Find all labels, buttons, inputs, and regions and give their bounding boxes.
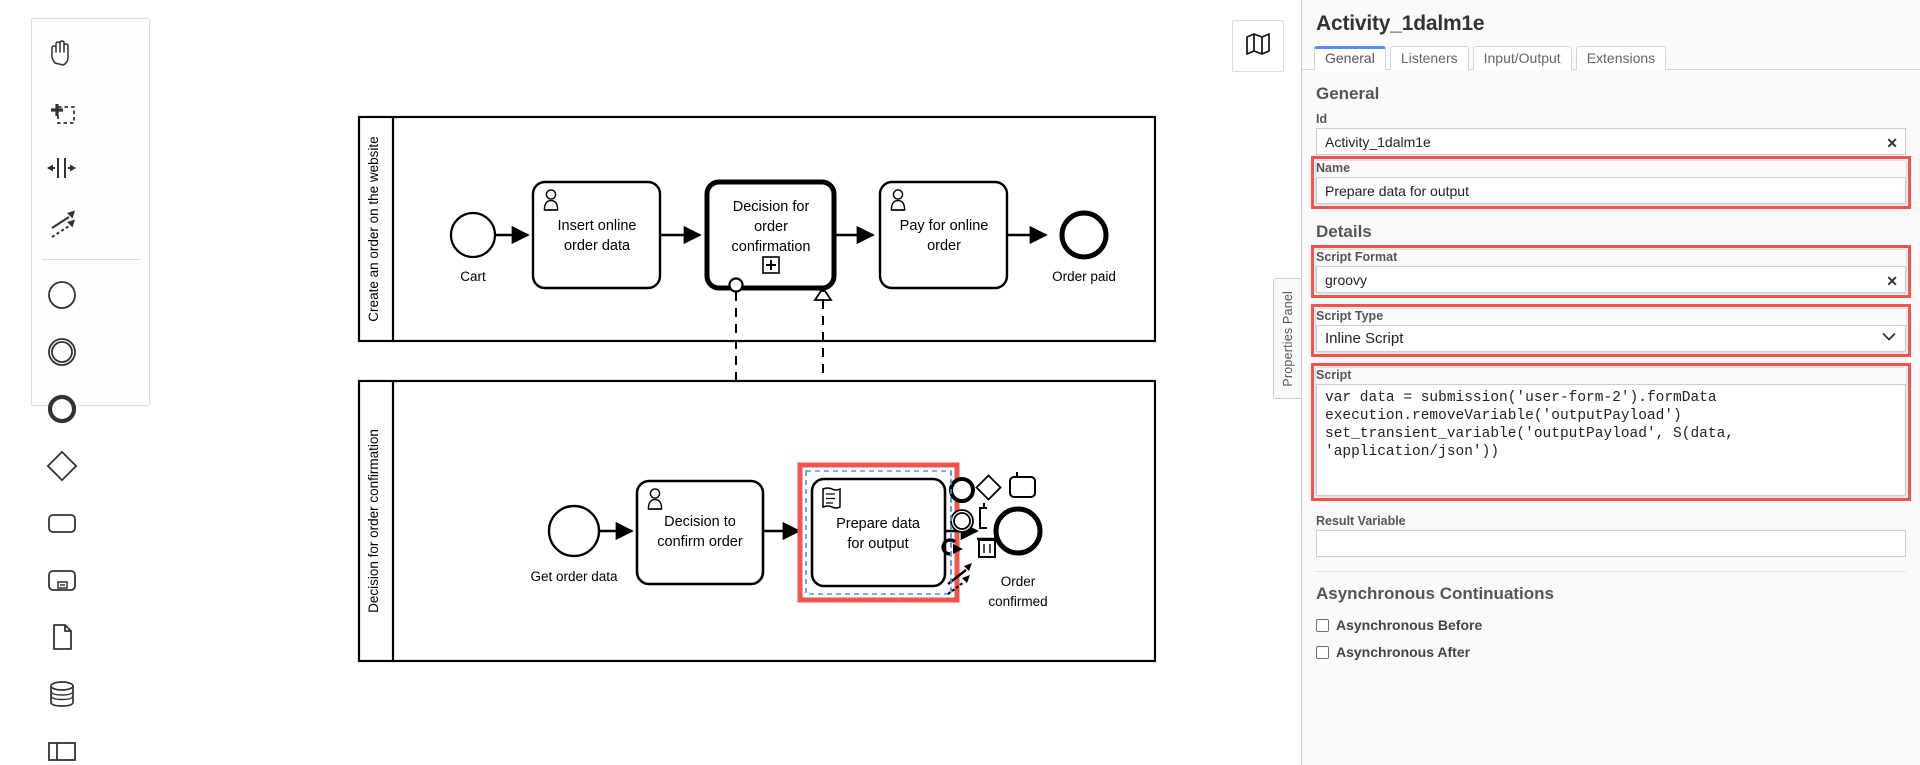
id-clear-icon[interactable]: ✕ [1886, 136, 1898, 150]
palette-elements-group [32, 266, 149, 765]
node-label: Insert online [558, 218, 637, 234]
node-label: confirmation [732, 239, 811, 255]
name-label: Name [1316, 161, 1351, 175]
pool-bottom-lane-label: Decision for order confirmation [366, 429, 381, 613]
context-pad-append-intermediate-event[interactable] [950, 509, 974, 533]
properties-panel: Activity_1dalm1e General Listeners Input… [1301, 0, 1920, 765]
script-type-field-group: Script Type Inline Script [1311, 304, 1911, 357]
properties-tabs[interactable]: General Listeners Input/Output Extension… [1302, 42, 1920, 71]
script-format-clear-icon[interactable]: ✕ [1886, 274, 1898, 288]
node-label: Cart [460, 269, 486, 284]
general-section-heading: General [1316, 84, 1380, 103]
async-after-row[interactable]: Asynchronous After [1316, 644, 1906, 660]
async-before-checkbox[interactable] [1316, 618, 1329, 632]
tab-listeners[interactable]: Listeners [1389, 46, 1469, 70]
id-input[interactable] [1316, 128, 1906, 155]
task-icon[interactable] [32, 494, 91, 551]
tab-extensions[interactable]: Extensions [1575, 46, 1667, 70]
node-label: Pay for online [900, 218, 989, 234]
end-event-icon[interactable] [32, 380, 91, 437]
bpmn-diagram: Create an order on the website Cart Inse… [357, 115, 1157, 663]
participant-pool-icon[interactable] [32, 722, 91, 765]
diagram-canvas[interactable]: Create an order on the website Cart Inse… [0, 0, 1296, 765]
exclusive-gateway-icon[interactable] [32, 437, 91, 494]
name-field-group: Name Prepare data for output [1311, 156, 1911, 209]
node-label: order [754, 219, 788, 235]
name-textarea[interactable]: Prepare data for output [1316, 177, 1906, 204]
node-label: Decision for [733, 199, 810, 215]
result-variable-input[interactable] [1316, 530, 1906, 557]
node-label: order [927, 238, 961, 254]
element-palette[interactable] [31, 18, 150, 761]
async-before-label: Asynchronous Before [1336, 617, 1483, 633]
script-task-icon [822, 487, 841, 509]
subprocess-marker-icon [762, 256, 780, 274]
node-user-task-insert-online-order-data[interactable]: Insert online order data [531, 180, 662, 290]
properties-panel-body: General Id ✕ Name Prepare data for outpu… [1302, 84, 1920, 660]
node-label: Order paid [1052, 269, 1116, 284]
tab-general[interactable]: General [1314, 46, 1386, 71]
script-type-label: Script Type [1316, 309, 1384, 323]
node-label: order data [564, 238, 631, 254]
intermediate-event-icon[interactable] [32, 323, 91, 380]
details-section-heading: Details [1316, 222, 1372, 241]
properties-panel-toggle[interactable]: Properties Panel [1273, 278, 1301, 399]
script-field-group: Script var data = submission('user-form-… [1311, 363, 1911, 501]
node-user-task-decision-to-confirm-order[interactable]: Decision to confirm order [635, 479, 765, 586]
id-field-group: Id ✕ [1316, 112, 1906, 155]
node-label: Get order data [530, 569, 618, 584]
script-format-label: Script Format [1316, 250, 1398, 264]
id-label: Id [1316, 112, 1328, 126]
script-format-input[interactable] [1316, 266, 1906, 293]
section-divider [1316, 571, 1906, 572]
node-user-task-pay-for-online-order[interactable]: Pay for online order [878, 180, 1009, 290]
collapsed-subprocess-icon[interactable] [32, 551, 91, 608]
data-object-icon[interactable] [32, 608, 91, 665]
node-label: for output [847, 536, 908, 552]
pool-top-lane-label: Create an order on the website [366, 136, 381, 321]
node-call-activity-decision-for-order-confirmation[interactable]: Decision for order confirmation [704, 179, 837, 293]
lasso-tool-icon[interactable] [32, 82, 91, 139]
bpmn-modeler-app: Create an order on the website Cart Inse… [0, 0, 1920, 765]
async-after-checkbox[interactable] [1316, 645, 1329, 659]
hand-tool-icon[interactable] [32, 25, 91, 82]
node-label: Prepare data [836, 516, 921, 532]
map-icon [1245, 31, 1271, 62]
properties-panel-toggle-label: Properties Panel [1280, 290, 1295, 387]
async-after-label: Asynchronous After [1336, 644, 1471, 660]
async-section-heading: Asynchronous Continuations [1316, 584, 1554, 603]
script-format-field-group: Script Format ✕ [1311, 245, 1911, 298]
tab-input-output[interactable]: Input/Output [1472, 46, 1572, 70]
result-variable-label: Result Variable [1316, 514, 1406, 528]
script-textarea[interactable]: var data = submission('user-form-2').for… [1316, 384, 1906, 496]
async-before-row[interactable]: Asynchronous Before [1316, 617, 1906, 633]
palette-tools-group [32, 25, 149, 253]
context-pad-delete-icon[interactable] [977, 537, 997, 558]
node-label: confirm order [657, 534, 743, 550]
script-type-select[interactable]: Inline Script [1316, 325, 1906, 352]
data-store-icon[interactable] [32, 665, 91, 722]
result-variable-field-group: Result Variable [1316, 514, 1906, 557]
start-event-icon[interactable] [32, 266, 91, 323]
node-label: confirmed [988, 594, 1047, 609]
properties-panel-title: Activity_1dalm1e [1316, 12, 1485, 35]
global-connect-tool-icon[interactable] [32, 196, 91, 253]
node-label: Order [1001, 574, 1036, 589]
minimap-toggle-button[interactable] [1232, 20, 1284, 72]
script-label: Script [1316, 368, 1352, 382]
context-pad-append-end-event[interactable] [949, 477, 975, 503]
palette-divider [42, 259, 139, 260]
node-script-task-prepare-data-for-output[interactable]: Prepare data for output [797, 462, 960, 603]
node-label: Decision to [664, 514, 736, 530]
space-tool-icon[interactable] [32, 139, 91, 196]
